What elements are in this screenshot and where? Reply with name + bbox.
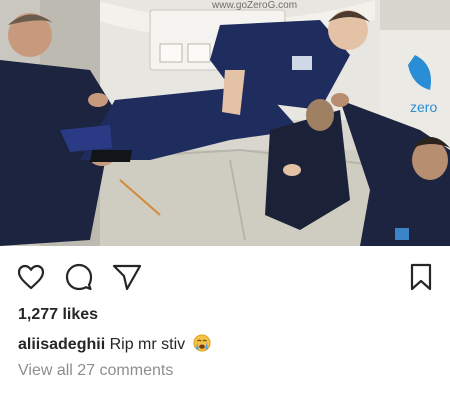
heart-icon xyxy=(17,264,45,290)
like-button[interactable] xyxy=(16,262,46,292)
comment-button[interactable] xyxy=(64,262,94,292)
send-icon xyxy=(112,264,142,291)
post-actions xyxy=(0,254,450,300)
save-button[interactable] xyxy=(406,262,436,292)
share-button[interactable] xyxy=(112,262,142,292)
bookmark-icon xyxy=(410,263,432,291)
view-comments-link[interactable]: View all 27 comments xyxy=(18,362,173,380)
cabin-sign: www.goZeroG.com xyxy=(211,0,297,11)
crying-face-emoji xyxy=(193,334,211,352)
post-caption: aliisadeghii Rip mr stiv xyxy=(18,334,211,354)
wall-brand: zero xyxy=(410,99,437,115)
zero-gravity-flight-photo: www.goZeroG.com zero xyxy=(0,0,450,246)
comment-icon xyxy=(65,263,93,291)
post-photo[interactable]: www.goZeroG.com zero xyxy=(0,0,450,246)
caption-username[interactable]: aliisadeghii xyxy=(18,336,105,353)
instagram-post: www.goZeroG.com zero 1,277 likes aliisad… xyxy=(0,0,450,398)
caption-text: Rip mr stiv xyxy=(109,336,186,353)
likes-count[interactable]: 1,277 likes xyxy=(18,306,98,324)
